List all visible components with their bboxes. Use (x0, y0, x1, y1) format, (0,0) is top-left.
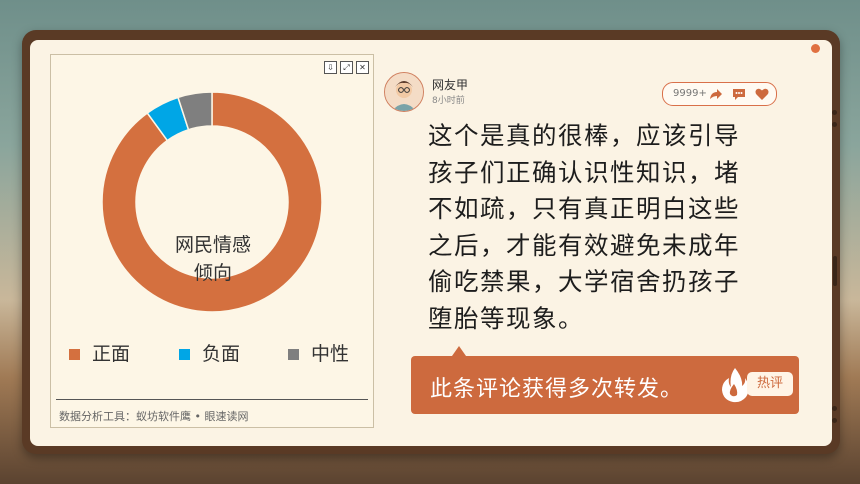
donut-chart (101, 91, 323, 313)
bubble-tail (452, 346, 466, 356)
legend-item[interactable]: 中性 (288, 339, 349, 365)
chart-center-label: 网民情感 倾向 (163, 231, 263, 287)
user-name[interactable]: 网友甲 (432, 76, 468, 93)
side-button-dot (832, 110, 837, 115)
comment-action-bar: 9999+ (662, 82, 777, 106)
comment-line: 堕胎等现象。 (428, 303, 584, 333)
legend-swatch (69, 349, 80, 360)
legend-swatch (288, 349, 299, 360)
hot-comment-banner: 此条评论获得多次转发。 热评 (411, 356, 799, 414)
heart-icon[interactable] (754, 86, 770, 102)
legend-item[interactable]: 正面 (69, 339, 130, 365)
legend-label: 中性 (311, 343, 350, 365)
footer-divider (56, 399, 368, 400)
center-label-line1: 网民情感 (174, 234, 251, 256)
side-button-dot (832, 122, 837, 127)
chart-footer: 数据分析工具：蚁坊软件鹰 • 眼速读网 (59, 410, 249, 423)
side-slider (833, 256, 837, 286)
comment-line: 孩子们正确认识性知识，堵 (428, 157, 740, 187)
user-avatar[interactable] (384, 72, 424, 112)
hot-comment-text: 此条评论获得多次转发。 (430, 377, 684, 402)
comment-icon[interactable] (731, 86, 747, 102)
post-time: 8小时前 (432, 96, 465, 106)
legend-item[interactable]: 负面 (179, 339, 240, 365)
camera-dot (811, 44, 820, 53)
legend-swatch (179, 349, 190, 360)
share-icon[interactable] (708, 86, 724, 102)
comment-line: 这个是真的很棒，应该引导 (428, 121, 740, 150)
comment-line: 偷吃禁果，大学宿舍扔孩子 (428, 267, 740, 296)
legend-label: 正面 (92, 343, 131, 365)
side-button-dot (832, 406, 837, 411)
like-count: 9999+ (673, 88, 707, 99)
comment-line: 不如疏，只有真正明白这些 (428, 194, 740, 223)
hot-comment-tag: 热评 (747, 372, 793, 396)
side-button-dot (832, 418, 837, 423)
chart-legend: 正面 负面 中性 (51, 339, 373, 365)
center-label-line2: 倾向 (193, 262, 232, 284)
comment-body: 这个是真的很棒，应该引导 孩子们正确认识性知识，堵 不如疏，只有真正明白这些 之… (428, 118, 780, 337)
comment-line: 之后，才能有效避免未成年 (428, 230, 740, 260)
legend-label: 负面 (202, 343, 241, 365)
sentiment-chart-panel: ⇩ ⤢ ✕ 网民情感 倾向 正面 负面 中性 数据分析工具：蚁坊软件鹰 • 眼速读网 (50, 54, 374, 428)
